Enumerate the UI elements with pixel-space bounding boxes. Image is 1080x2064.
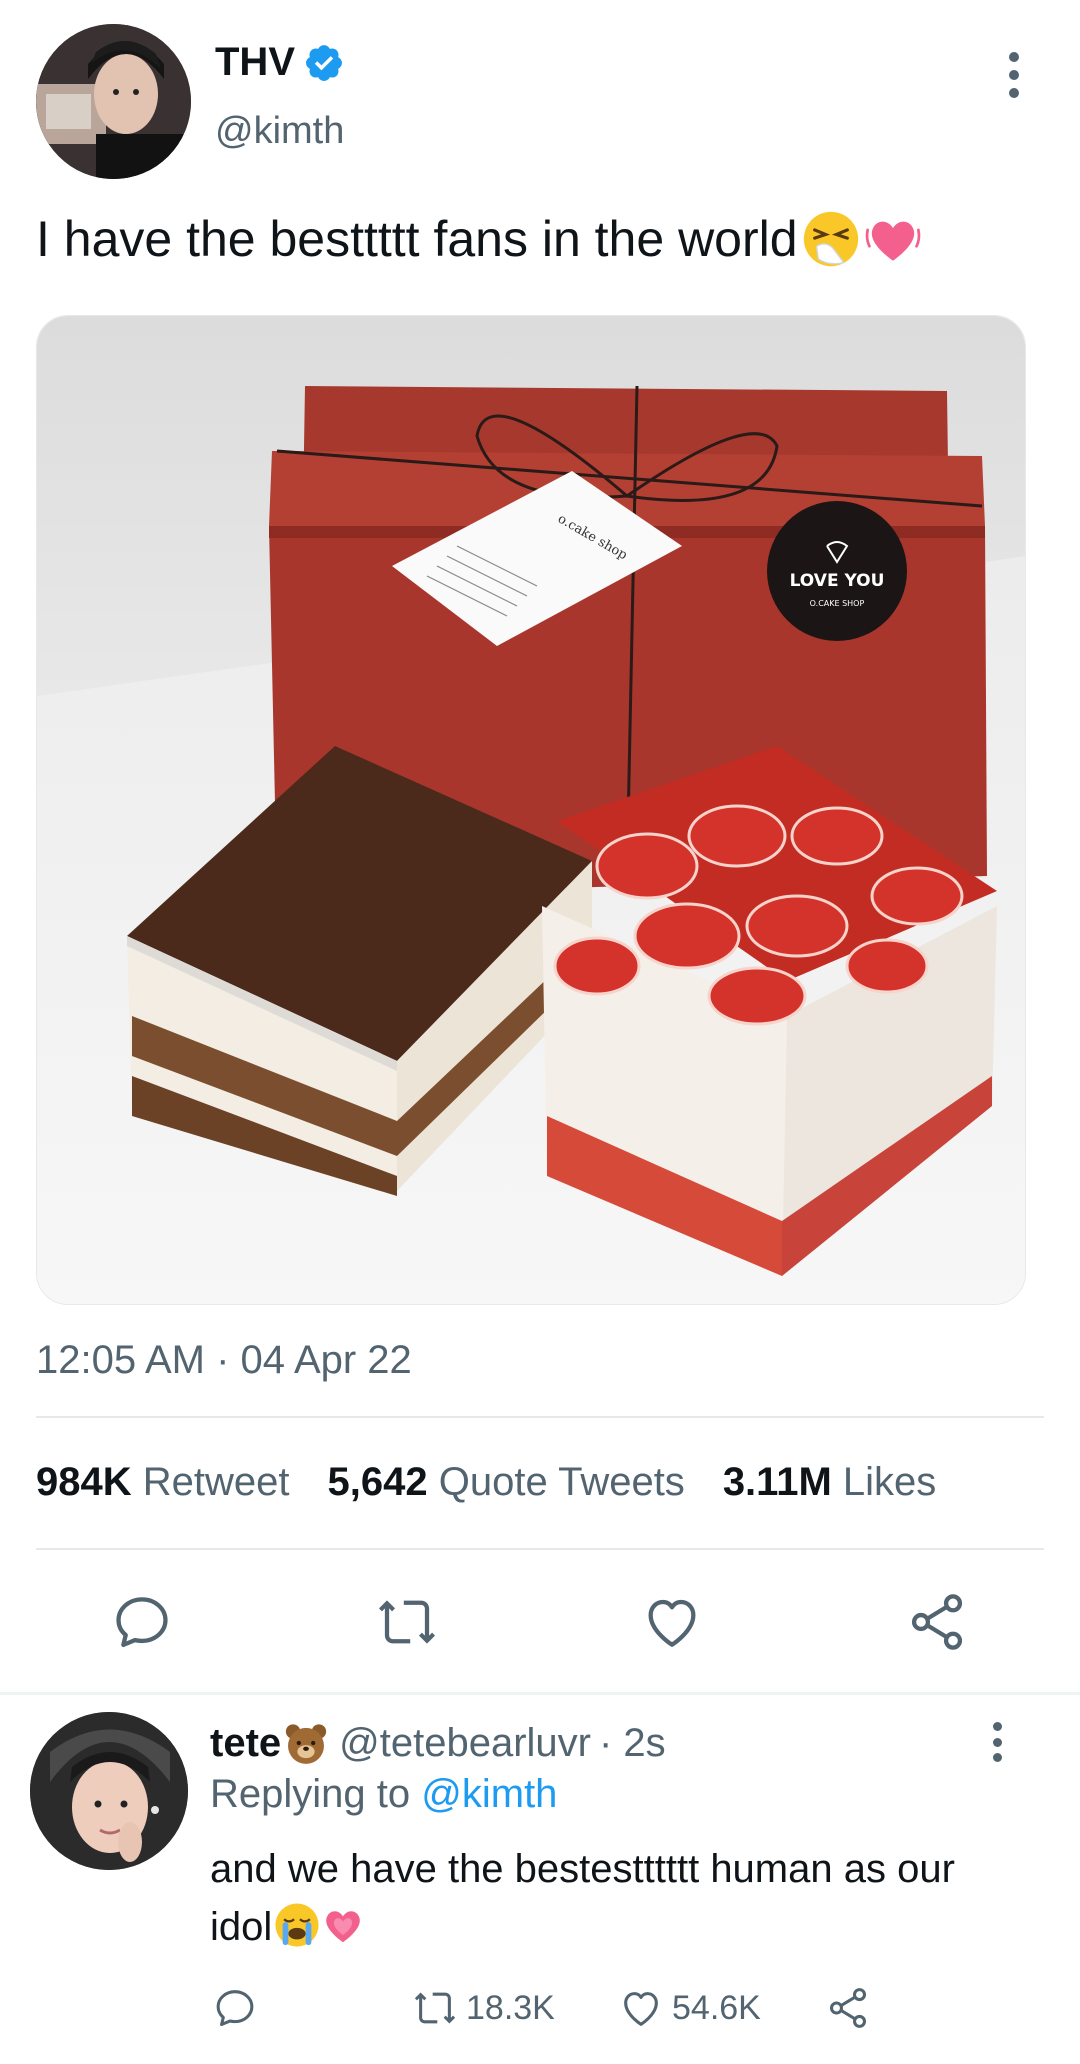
author-avatar[interactable]	[36, 24, 191, 179]
share-icon[interactable]	[905, 1590, 969, 1654]
reply-actions: 18.3K 54.6K	[0, 1985, 1080, 2035]
reply-more-options-icon[interactable]	[982, 1722, 1012, 1762]
author-name-row[interactable]: THV	[215, 40, 345, 85]
growing-heart-emoji	[326, 1911, 361, 1943]
replying-to-line: Replying to @kimth	[210, 1772, 557, 1817]
likes-stat[interactable]: 3.11M Likes	[723, 1460, 936, 1505]
retweet-icon[interactable]	[412, 1985, 458, 2031]
tweet-stats: 984K Retweet 5,642 Quote Tweets 3.11M Li…	[36, 1460, 936, 1505]
beating-heart-emoji	[865, 221, 920, 261]
crying-face-emoji	[275, 1903, 319, 1947]
stats-top-divider	[36, 1416, 1044, 1418]
tweet-timestamp[interactable]: 12:05 AM · 04 Apr 22	[36, 1338, 412, 1383]
reply-avatar-photo	[30, 1712, 188, 1870]
stats-bottom-divider	[36, 1548, 1044, 1550]
avatar-photo	[36, 24, 191, 179]
reply-retweet-count: 18.3K	[466, 1988, 555, 2027]
tweet-text-content: I have the besttttt fans in the world	[36, 211, 798, 267]
reply-like-count: 54.6K	[672, 1988, 761, 2027]
like-icon[interactable]	[640, 1590, 704, 1654]
reply-icon[interactable]	[110, 1590, 174, 1654]
sticker-text: LOVE YOU	[790, 571, 885, 591]
verified-badge-icon	[306, 44, 342, 81]
reply-time: · 2s	[598, 1720, 666, 1765]
share-icon[interactable]	[825, 1985, 871, 2031]
more-options-icon[interactable]	[996, 52, 1032, 98]
replying-to-label: Replying to	[210, 1772, 411, 1816]
sneezing-face-emoji	[803, 211, 858, 267]
reply-author-avatar[interactable]	[30, 1712, 188, 1870]
like-icon[interactable]	[618, 1985, 664, 2031]
reply-like-action[interactable]: 54.6K	[618, 1985, 761, 2031]
tweet-actions	[0, 1590, 1080, 1654]
tweet-photo[interactable]: o.cake shop LOVE YOU O.CAKE SHOP	[36, 315, 1026, 1305]
bear-face-emoji	[286, 1724, 327, 1764]
sticker-subtext: O.CAKE SHOP	[810, 599, 865, 608]
reply-name-row[interactable]: tete @tetebearluvr · 2s	[210, 1720, 666, 1766]
reply-text: and we have the bestestttttt human as ou…	[210, 1840, 1010, 1956]
author-display-name[interactable]: THV	[215, 40, 295, 85]
reply-reply-action[interactable]	[212, 1985, 258, 2031]
cake-box-illustration: o.cake shop LOVE YOU O.CAKE SHOP	[37, 316, 1025, 1304]
tweet-text: I have the besttttt fans in the world	[36, 210, 922, 268]
replying-to-link[interactable]: @kimth	[421, 1772, 557, 1816]
reply-icon[interactable]	[212, 1985, 258, 2031]
retweet-icon[interactable]	[375, 1590, 439, 1654]
reply-handle[interactable]: @tetebearluvr	[339, 1721, 591, 1766]
author-handle[interactable]: @kimth	[215, 110, 344, 153]
tweet-reply-separator	[0, 1692, 1080, 1695]
quote-tweet-stat[interactable]: 5,642 Quote Tweets	[328, 1460, 685, 1505]
reply-share-action[interactable]	[825, 1985, 871, 2031]
reply-retweet-action[interactable]: 18.3K	[412, 1985, 555, 2031]
reply-display-name[interactable]: tete	[210, 1721, 281, 1766]
retweet-stat[interactable]: 984K Retweet	[36, 1460, 290, 1505]
